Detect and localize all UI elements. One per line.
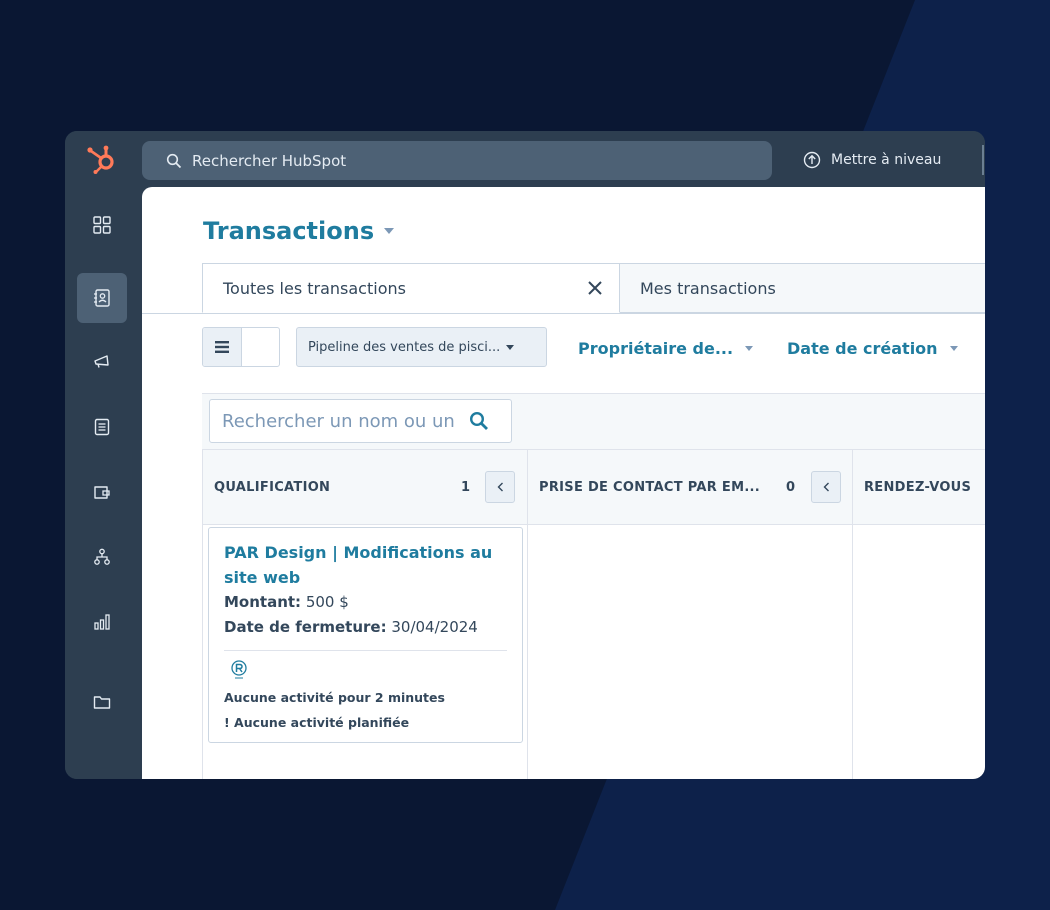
deal-amount-label: Montant: <box>224 593 302 611</box>
upgrade-button[interactable]: Mettre à niveau <box>803 149 941 171</box>
top-bar: Rechercher HubSpot Mettre à niveau <box>65 131 985 187</box>
sidebar-item-automation[interactable] <box>77 532 127 582</box>
folder-icon <box>93 696 111 709</box>
chevron-down-icon <box>506 344 515 350</box>
deal-close-date-value: 30/04/2024 <box>391 618 478 636</box>
created-date-filter-dropdown[interactable]: Date de création <box>787 339 958 358</box>
column-title: PRISE DE CONTACT PAR EM... <box>539 479 761 495</box>
tab-all-deals[interactable]: Toutes les transactions <box>202 263 620 313</box>
chevron-down-icon <box>745 346 754 351</box>
board-search-placeholder: Rechercher un nom ou une description <box>222 410 454 432</box>
chevron-left-icon <box>823 482 829 492</box>
search-icon <box>166 153 182 168</box>
chevron-down-icon <box>384 228 395 234</box>
sidebar-item-library[interactable] <box>77 677 127 727</box>
deal-amount-value: 500 $ <box>305 593 349 611</box>
grid-icon <box>93 216 111 234</box>
deal-activity-status: Aucune activité pour 2 minutes <box>224 690 445 705</box>
sidebar-item-crm[interactable] <box>77 273 127 323</box>
global-search-input[interactable]: Rechercher HubSpot <box>142 141 772 180</box>
column-divider <box>202 449 203 779</box>
deal-scheduled-status: ! Aucune activité planifiée <box>224 715 410 730</box>
company-avatar-icon[interactable] <box>228 659 250 681</box>
view-tabs: Toutes les transactions Mes transactions <box>142 263 985 314</box>
close-icon[interactable] <box>587 280 603 296</box>
column-divider <box>527 449 528 779</box>
column-divider <box>852 449 853 779</box>
board-search-input[interactable]: Rechercher un nom ou une description <box>209 399 512 443</box>
column-title: RENDEZ-VOUS <box>864 479 972 495</box>
board-toolbar: Pipeline des ventes de pisci... Propriét… <box>142 313 985 393</box>
column-count: 0 <box>786 479 796 495</box>
card-divider <box>224 650 507 651</box>
column-header-qualification: QUALIFICATION 1 <box>202 450 528 524</box>
column-header-contact: PRISE DE CONTACT PAR EM... 0 <box>528 450 853 524</box>
sidebar <box>65 187 142 779</box>
pipeline-select-value: Pipeline des ventes de pisci... <box>308 339 501 355</box>
sidebar-item-workspaces[interactable] <box>77 200 127 250</box>
page-title: Transactions <box>203 217 375 245</box>
owner-filter-dropdown[interactable]: Propriétaire de... <box>578 339 754 358</box>
bar-chart-icon <box>94 614 110 630</box>
deal-card-title[interactable]: PAR Design | Modifications au site web <box>224 540 507 590</box>
tab-all-deals-label: Toutes les transactions <box>223 278 406 298</box>
created-date-filter-label: Date de création <box>787 339 938 358</box>
pipeline-select[interactable]: Pipeline des ventes de pisci... <box>296 327 547 367</box>
column-headers: QUALIFICATION 1 PRISE DE CONTACT PAR EM.… <box>202 449 985 525</box>
deal-card-title-line2: site web <box>224 568 301 587</box>
deal-card[interactable]: PAR Design | Modifications au site web M… <box>208 527 523 743</box>
deal-card-title-line1: PAR Design | Modifications au <box>224 543 493 562</box>
column-header-meeting: RENDEZ-VOUS <box>853 450 985 524</box>
tab-my-deals-label: Mes transactions <box>640 278 776 298</box>
sidebar-item-reporting[interactable] <box>77 597 127 647</box>
megaphone-icon <box>94 355 109 368</box>
document-icon <box>94 418 110 436</box>
chevron-left-icon <box>497 482 503 492</box>
contacts-icon <box>94 289 110 307</box>
owner-filter-label: Propriétaire de... <box>578 339 734 358</box>
tab-my-deals[interactable]: Mes transactions <box>619 263 985 313</box>
column-count: 1 <box>461 479 471 495</box>
collapse-column-button[interactable] <box>811 471 841 503</box>
deals-board: Rechercher un nom ou une description QUA… <box>202 393 985 779</box>
upgrade-arrow-icon <box>803 151 821 169</box>
app-window: Rechercher HubSpot Mettre à niveau Trans… <box>65 131 985 779</box>
hubspot-logo-icon[interactable] <box>86 144 120 174</box>
sidebar-item-commerce[interactable] <box>77 467 127 517</box>
sidebar-item-marketing[interactable] <box>77 337 127 387</box>
list-view-button[interactable] <box>203 328 242 366</box>
chevron-down-icon <box>949 346 958 351</box>
list-icon <box>215 341 229 353</box>
network-icon <box>94 548 110 565</box>
upgrade-label: Mettre à niveau <box>831 152 942 168</box>
column-title: QUALIFICATION <box>214 479 331 495</box>
collapse-column-button[interactable] <box>485 471 515 503</box>
topbar-divider <box>982 145 984 175</box>
wallet-icon <box>94 486 110 499</box>
search-icon[interactable] <box>469 411 489 431</box>
sidebar-item-content[interactable] <box>77 402 127 452</box>
board-search-row: Rechercher un nom ou une description <box>202 393 985 450</box>
deal-close-date-label: Date de fermeture: <box>224 618 387 636</box>
view-toggle <box>202 327 280 367</box>
page-title-dropdown[interactable]: Transactions <box>203 217 395 245</box>
main-panel: Transactions Toutes les transactions Mes… <box>142 187 985 779</box>
deal-amount: Montant: 500 $ <box>224 590 507 615</box>
global-search-placeholder: Rechercher HubSpot <box>192 151 347 170</box>
deal-close-date: Date de fermeture: 30/04/2024 <box>224 615 507 640</box>
